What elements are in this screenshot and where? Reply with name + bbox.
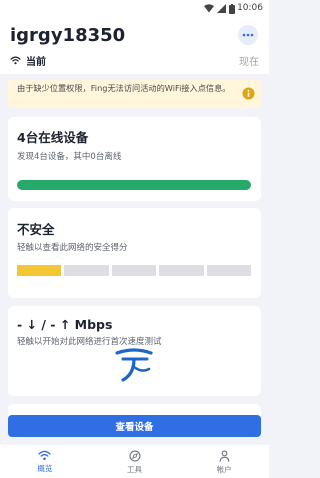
wifi-icon	[10, 56, 21, 65]
china-telecom-logo	[115, 348, 153, 382]
speed-desc: 轻触以开始对此网络进行首次速度测试	[17, 337, 162, 347]
location-permission-alert[interactable]: 由于缺少位置权限，Fing无法访问活动的WiFi接入点信息。	[8, 80, 261, 108]
devices-card[interactable]: 4台在线设备 发现4台设备，其中0台离线	[8, 117, 261, 201]
nav-item-account[interactable]: 帐户	[179, 445, 269, 478]
wifi-icon	[38, 450, 51, 461]
network-name: igrgy18350	[10, 25, 126, 46]
view-devices-button[interactable]: 查看设备	[8, 415, 261, 437]
nav-item-tools[interactable]: 工具	[90, 445, 180, 478]
network-header: igrgy18350 当前 现在	[0, 18, 269, 74]
speed-title: - ↓ / - ↑ Mbps	[17, 317, 113, 332]
security-score-segment	[17, 265, 62, 276]
alert-text: 由于缺少位置权限，Fing无法访问活动的WiFi接入点信息。	[17, 83, 231, 93]
network-subtitle: 当前	[10, 53, 46, 68]
person-icon	[219, 450, 230, 462]
network-current-label: 当前	[26, 57, 46, 68]
status-time: 10:06	[237, 3, 263, 13]
more-button[interactable]	[238, 25, 258, 45]
app-screen: 10:06 igrgy18350 当前 现在 由于缺少位置权限，Fing无法访问…	[0, 0, 269, 478]
nav-label-account: 帐户	[216, 465, 232, 474]
devices-desc: 发现4台设备，其中0台离线	[17, 152, 122, 162]
nav-label-tools: 工具	[127, 465, 142, 474]
nav-item-overview[interactable]: 概览	[0, 445, 90, 478]
battery-icon	[229, 4, 235, 14]
devices-title: 4台在线设备	[17, 130, 89, 145]
status-bar: 10:06	[0, 0, 269, 18]
security-score-segment	[64, 265, 109, 276]
nav-label-overview: 概览	[37, 464, 53, 473]
security-score-segment	[111, 265, 157, 276]
security-score-segment	[206, 265, 252, 276]
security-desc: 轻触以查看此网络的安全得分	[17, 243, 128, 253]
signal-icon	[217, 4, 226, 13]
info-icon	[242, 87, 255, 100]
devices-online-bar	[17, 180, 251, 190]
security-title: 不安全	[17, 222, 55, 237]
status-icons	[204, 4, 235, 14]
security-score-bar	[17, 265, 252, 276]
network-status-text: 现在	[239, 57, 259, 68]
more-horizontal-icon	[242, 33, 254, 37]
speed-test-card[interactable]: - ↓ / - ↑ Mbps 轻触以开始对此网络进行首次速度测试	[8, 306, 261, 396]
security-score-segment	[159, 265, 204, 276]
wifi-icon	[204, 4, 214, 13]
compass-icon	[128, 450, 141, 462]
bottom-navigation: 概览 工具 帐户	[0, 445, 269, 478]
security-card[interactable]: 不安全 轻触以查看此网络的安全得分	[8, 208, 261, 298]
